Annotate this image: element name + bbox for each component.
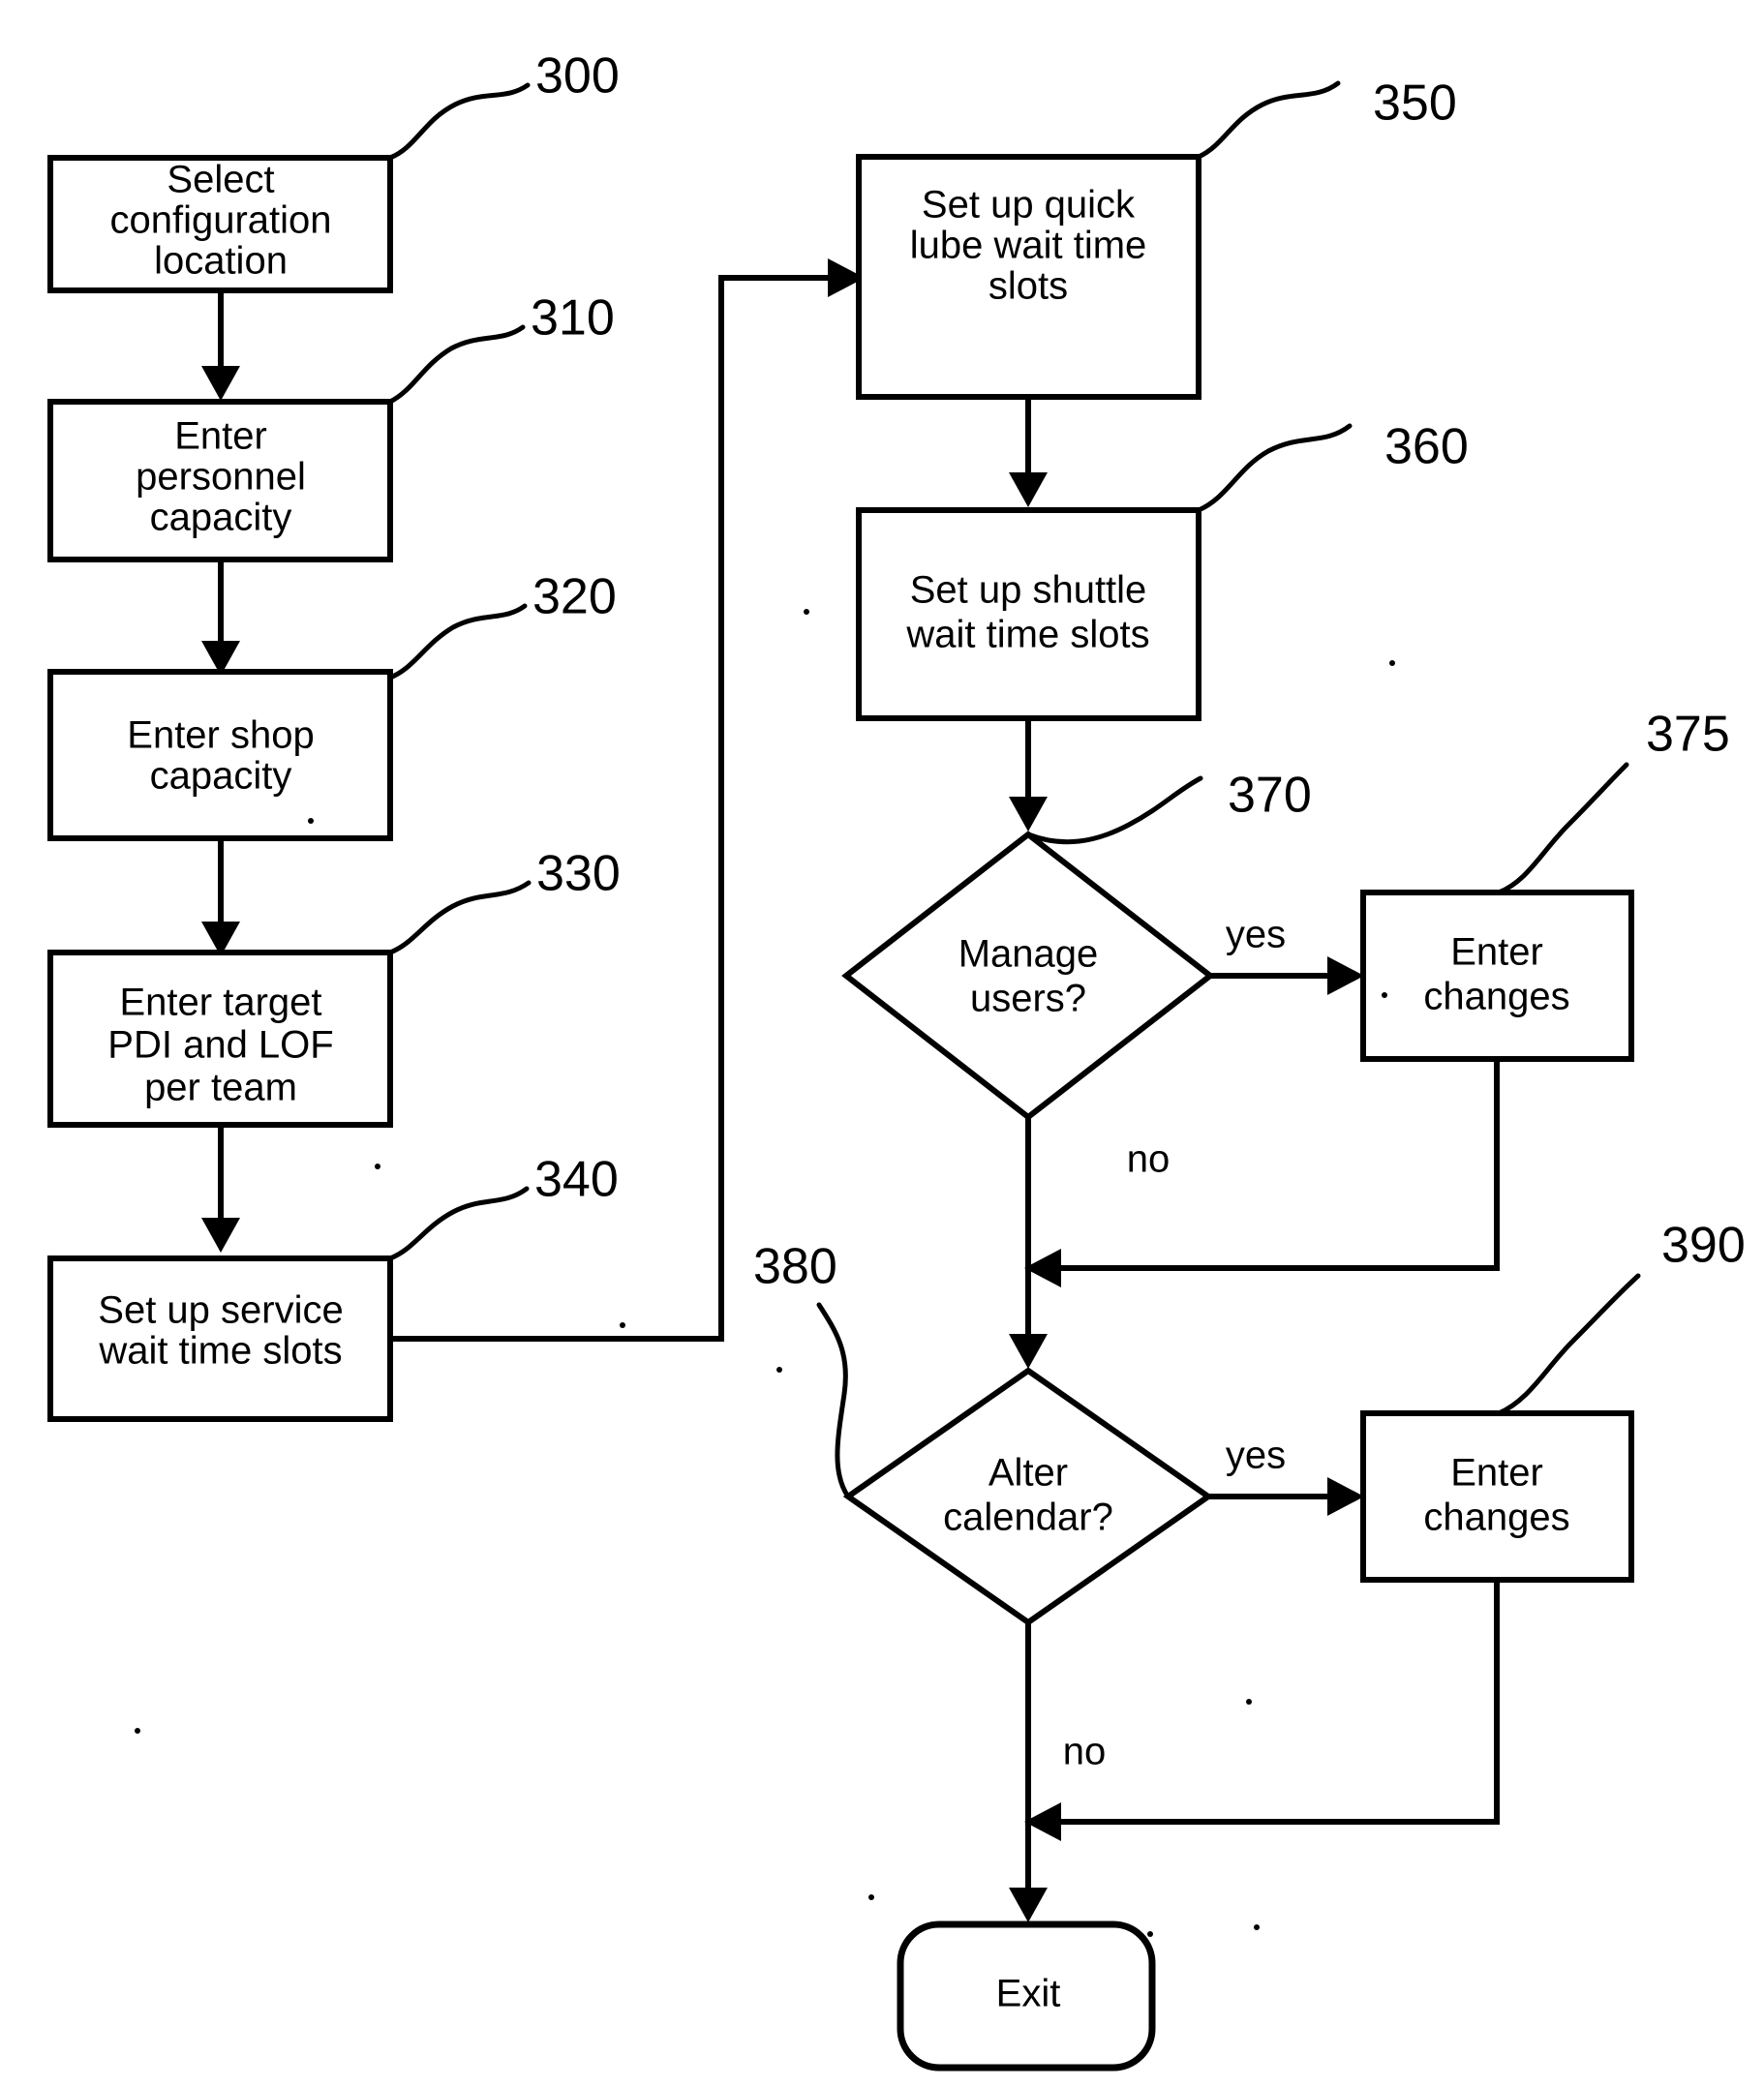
edge-370-375-arrow — [1327, 956, 1364, 995]
node-350-line-1: Set up quick — [922, 184, 1136, 227]
node-375-line-2: changes — [1423, 976, 1569, 1018]
node-370-line-1: Manage — [958, 933, 1099, 976]
node-330-line-2: PDI and LOF — [107, 1024, 333, 1067]
node-370-line-2: users? — [970, 978, 1086, 1020]
node-320[interactable]: Enter shop capacity — [47, 669, 393, 841]
edge-330-340-arrow — [201, 1218, 240, 1253]
edge-label-manage-users-no: no — [1127, 1138, 1171, 1181]
ref-label-350: 350 — [1373, 76, 1457, 132]
leader-320 — [387, 603, 528, 681]
ref-label-370: 370 — [1228, 768, 1312, 824]
scan-speck — [776, 1367, 782, 1373]
leader-370 — [1025, 775, 1203, 845]
node-300-line-1: Select — [167, 159, 274, 201]
node-390-line-2: changes — [1423, 1497, 1569, 1539]
node-375-line-1: Enter — [1450, 931, 1543, 974]
edge-380-390-arrow — [1327, 1477, 1364, 1516]
ref-label-375: 375 — [1646, 707, 1730, 763]
node-380-line-2: calendar? — [943, 1497, 1113, 1539]
scan-speck — [135, 1728, 140, 1734]
node-310-line-2: personnel — [136, 456, 306, 499]
node-360[interactable]: Set up shuttle wait time slots — [856, 507, 1201, 721]
scan-speck — [620, 1322, 625, 1328]
node-370[interactable]: Manage users? — [841, 831, 1215, 1121]
scan-speck — [1382, 992, 1387, 998]
edge-label-alter-calendar-yes: yes — [1226, 1435, 1286, 1477]
ref-label-310: 310 — [531, 290, 615, 347]
ref-label-330: 330 — [536, 846, 621, 902]
ref-label-380: 380 — [753, 1239, 837, 1295]
leader-350 — [1196, 80, 1341, 160]
leader-360 — [1196, 423, 1353, 513]
edge-label-manage-users-yes: yes — [1226, 914, 1286, 956]
edge-label-alter-calendar-no: no — [1063, 1731, 1107, 1773]
node-exit-label: Exit — [996, 1973, 1061, 2015]
scan-speck — [375, 1164, 380, 1169]
leader-380 — [816, 1302, 851, 1499]
leader-310 — [387, 324, 526, 405]
node-340-line-2: wait time slots — [98, 1330, 342, 1373]
node-310-line-1: Enter — [174, 415, 267, 458]
leader-330 — [387, 880, 532, 955]
node-330[interactable]: Enter target PDI and LOF per team — [47, 950, 393, 1128]
node-330-line-3: per team — [144, 1067, 297, 1109]
ref-label-320: 320 — [532, 569, 617, 625]
scan-speck — [308, 818, 314, 824]
node-340[interactable]: Set up service wait time slots — [47, 1255, 393, 1422]
edge-350-360-arrow — [1009, 472, 1048, 507]
node-300-line-3: location — [154, 240, 288, 283]
scan-speck — [1254, 1924, 1260, 1930]
node-360-line-1: Set up shuttle — [910, 569, 1147, 612]
node-350-line-2: lube wait time — [910, 225, 1147, 267]
edge-375-return-line — [1055, 1059, 1500, 1271]
ref-label-300: 300 — [535, 48, 620, 105]
leader-300 — [387, 82, 531, 161]
node-300[interactable]: Select configuration location — [47, 155, 393, 293]
node-390-line-1: Enter — [1450, 1452, 1543, 1495]
ref-label-340: 340 — [534, 1152, 619, 1208]
node-320-line-2: capacity — [150, 755, 292, 798]
edge-390-return-line — [1055, 1580, 1500, 1825]
edge-360-370-arrow — [1009, 797, 1048, 832]
node-390[interactable]: Enter changes — [1360, 1410, 1634, 1583]
leader-390 — [1496, 1273, 1641, 1416]
edge-300-310-arrow — [201, 366, 240, 401]
edge-380-exit-arrow — [1009, 1888, 1048, 1922]
node-375[interactable]: Enter changes — [1360, 890, 1634, 1062]
node-300-line-2: configuration — [109, 199, 331, 242]
leader-340 — [387, 1186, 530, 1261]
node-350[interactable]: Set up quick lube wait time slots — [856, 154, 1201, 400]
node-380[interactable]: Alter calendar? — [842, 1367, 1214, 1626]
node-310[interactable]: Enter personnel capacity — [47, 399, 393, 562]
ref-label-360: 360 — [1384, 419, 1469, 475]
ref-label-390: 390 — [1661, 1218, 1746, 1274]
node-380-line-1: Alter — [988, 1452, 1068, 1495]
scan-speck — [804, 609, 809, 615]
flowchart-figure: Select configuration location 300 Enter … — [47, 48, 1746, 2072]
scan-speck — [1389, 660, 1395, 666]
node-360-line-2: wait time slots — [905, 614, 1149, 656]
node-370-shape — [841, 831, 1215, 1121]
scan-speck — [1147, 1931, 1153, 1937]
node-310-line-3: capacity — [150, 497, 292, 539]
leader-375 — [1496, 762, 1629, 895]
node-340-line-1: Set up service — [98, 1289, 343, 1332]
node-350-line-3: slots — [988, 265, 1068, 308]
edge-370-380-arrow — [1009, 1334, 1048, 1369]
node-330-line-1: Enter target — [119, 982, 321, 1024]
node-320-line-1: Enter shop — [127, 714, 314, 757]
node-exit[interactable]: Exit — [897, 1921, 1156, 2072]
flowchart-page: Select configuration location 300 Enter … — [0, 0, 1764, 2087]
scan-speck — [1246, 1699, 1252, 1705]
scan-speck — [868, 1894, 874, 1900]
